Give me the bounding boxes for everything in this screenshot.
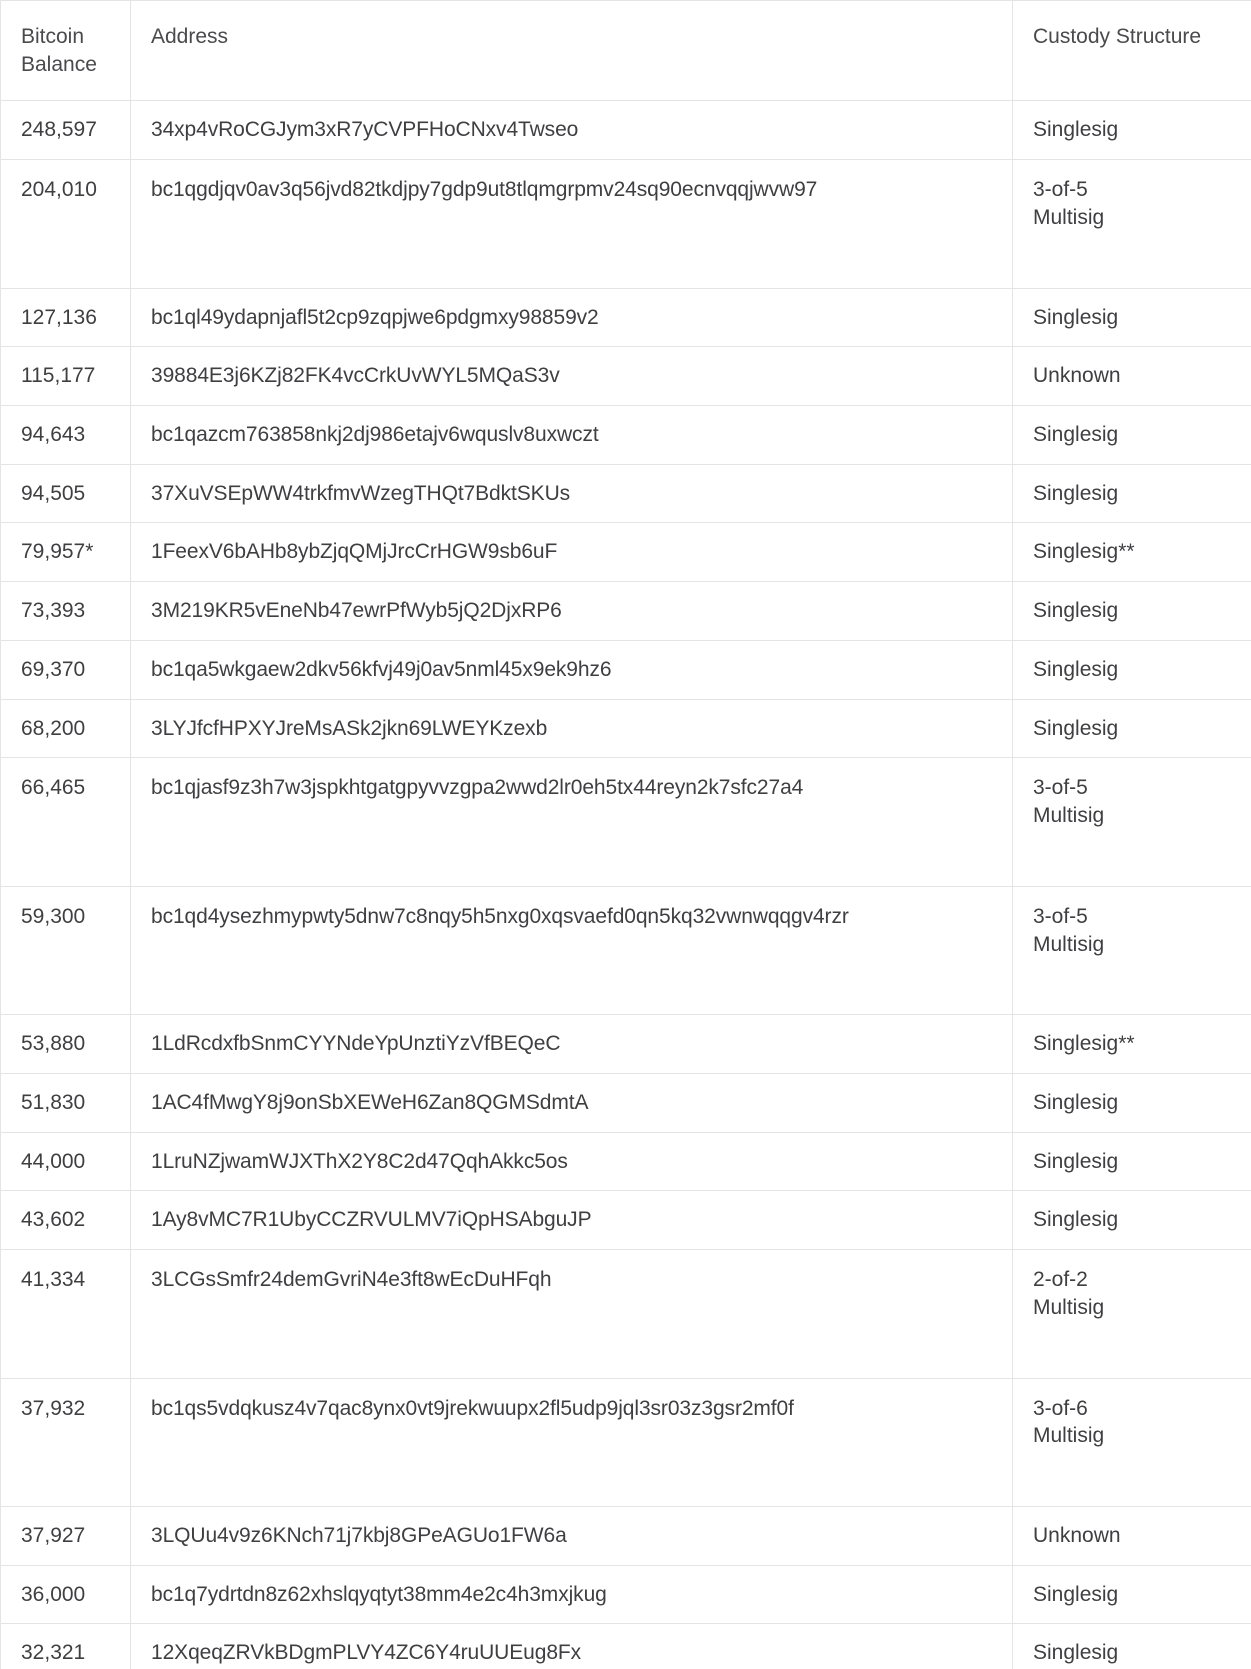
bitcoin-balances-table: Bitcoin Balance Address Custody Structur… (0, 0, 1251, 1669)
cell-address: bc1qgdjqv0av3q56jvd82tkdjpy7gdp9ut8tlqmg… (130, 159, 1013, 289)
table-row: 127,136 bc1ql49ydapnjafl5t2cp9zqpjwe6pdgm… (0, 287, 1251, 348)
table-row: 73,393 3M219KR5vEneNb47ewrPfWyb5jQ2DjxRP6… (0, 581, 1251, 641)
cell-address: bc1q7ydrtdn8z62xhslqyqtyt38mm4e2c4h3mxjk… (130, 1564, 1013, 1625)
cell-custody-structure: Singlesig (1012, 1623, 1251, 1669)
cell-bitcoin-balance: 37,927 (0, 1505, 131, 1566)
cell-custody-structure: Unknown (1012, 346, 1251, 407)
cell-bitcoin-balance: 115,177 (0, 346, 131, 407)
table-row: 79,957* 1FeexV6bAHb8ybZjqQMjJrcCrHGW9sb6u… (0, 522, 1251, 583)
cell-custody-structure: 2-of-2 Multisig (1012, 1249, 1251, 1379)
cell-address: 1FeexV6bAHb8ybZjqQMjJrcCrHGW9sb6uF (130, 522, 1013, 583)
cell-custody-structure: Singlesig (1012, 1072, 1251, 1133)
cell-custody-structure: Singlesig (1012, 287, 1251, 348)
cell-address: 1AC4fMwgY8j9onSbXEWeH6Zan8QGMSdmtA (130, 1072, 1013, 1133)
cell-custody-structure: Singlesig (1012, 1131, 1251, 1192)
table-header: Bitcoin Balance Address Custody Structur… (0, 0, 1251, 102)
cell-address: bc1qd4ysezhmypwty5dnw7c8nqy5h5nxg0xqsvae… (130, 885, 1013, 1016)
cell-bitcoin-balance: 43,602 (0, 1190, 131, 1251)
table-row: 41,334 3LCGsSmfr24demGvriN4e3ft8wEcDuHFqh… (0, 1249, 1251, 1379)
cell-bitcoin-balance: 32,321 (0, 1623, 131, 1669)
cell-address: 34xp4vRoCGJym3xR7yCVPFHoCNxv4Twseo (130, 100, 1013, 161)
column-header-custody-structure: Custody Structure (1012, 0, 1251, 102)
cell-bitcoin-balance: 248,597 (0, 100, 131, 161)
cell-custody-structure: 3-of-6 Multisig (1012, 1377, 1251, 1507)
table-row: 53,880 1LdRcdxfbSnmCYYNdeYpUnztiYzVfBEQeC… (0, 1014, 1251, 1074)
cell-address: bc1ql49ydapnjafl5t2cp9zqpjwe6pdgmxy98859… (130, 287, 1013, 348)
bitcoin-balances-table-container: Bitcoin Balance Address Custody Structur… (0, 0, 1251, 1669)
cell-custody-structure: Singlesig** (1012, 522, 1251, 583)
cell-bitcoin-balance: 204,010 (0, 159, 131, 289)
cell-bitcoin-balance: 127,136 (0, 287, 131, 348)
table-row: 94,643 bc1qazcm763858nkj2dj986etajv6wqusl… (0, 405, 1251, 465)
cell-bitcoin-balance: 36,000 (0, 1564, 131, 1625)
cell-address: bc1qjasf9z3h7w3jspkhtgatgpyvvzgpa2wwd2lr… (130, 757, 1013, 887)
table-row: 51,830 1AC4fMwgY8j9onSbXEWeH6Zan8QGMSdmtA… (0, 1072, 1251, 1133)
table-row: 32,321 12XqeqZRVkBDgmPLVY4ZC6Y4ruUUEug8Fx… (0, 1623, 1251, 1669)
cell-bitcoin-balance: 44,000 (0, 1131, 131, 1192)
table-row: 66,465 bc1qjasf9z3h7w3jspkhtgatgpyvvzgpa2… (0, 757, 1251, 887)
table-row: 94,505 37XuVSEpWW4trkfmvWzegTHQt7BdktSKUs… (0, 463, 1251, 524)
table-row: 37,932 bc1qs5vdqkusz4v7qac8ynx0vt9jrekwuu… (0, 1377, 1251, 1507)
column-header-address: Address (130, 0, 1013, 102)
cell-address: 3LYJfcfHPXYJreMsASk2jkn69LWEYKzexb (130, 698, 1013, 759)
cell-custody-structure: Singlesig (1012, 1564, 1251, 1625)
cell-custody-structure: 3-of-5 Multisig (1012, 757, 1251, 887)
table-row: 59,300 bc1qd4ysezhmypwty5dnw7c8nqy5h5nxg0… (0, 885, 1251, 1016)
cell-bitcoin-balance: 59,300 (0, 885, 131, 1016)
cell-custody-structure: Unknown (1012, 1505, 1251, 1566)
table-row: 68,200 3LYJfcfHPXYJreMsASk2jkn69LWEYKzexb… (0, 698, 1251, 759)
cell-address: 3M219KR5vEneNb47ewrPfWyb5jQ2DjxRP6 (130, 581, 1013, 641)
cell-custody-structure: 3-of-5 Multisig (1012, 159, 1251, 289)
column-header-bitcoin-balance: Bitcoin Balance (0, 0, 131, 102)
table-row: 248,597 34xp4vRoCGJym3xR7yCVPFHoCNxv4Twse… (0, 100, 1251, 161)
cell-bitcoin-balance: 66,465 (0, 757, 131, 887)
cell-bitcoin-balance: 51,830 (0, 1072, 131, 1133)
cell-bitcoin-balance: 68,200 (0, 698, 131, 759)
cell-address: 37XuVSEpWW4trkfmvWzegTHQt7BdktSKUs (130, 463, 1013, 524)
cell-custody-structure: Singlesig (1012, 1190, 1251, 1251)
cell-address: 1LdRcdxfbSnmCYYNdeYpUnztiYzVfBEQeC (130, 1014, 1013, 1074)
table-header-row: Bitcoin Balance Address Custody Structur… (0, 0, 1251, 102)
cell-custody-structure: Singlesig** (1012, 1014, 1251, 1074)
table-row: 44,000 1LruNZjwamWJXThX2Y8C2d47QqhAkkc5os… (0, 1131, 1251, 1192)
cell-address: bc1qa5wkgaew2dkv56kfvj49j0av5nml45x9ek9h… (130, 639, 1013, 700)
cell-custody-structure: Singlesig (1012, 100, 1251, 161)
table-row: 204,010 bc1qgdjqv0av3q56jvd82tkdjpy7gdp9u… (0, 159, 1251, 289)
cell-bitcoin-balance: 41,334 (0, 1249, 131, 1379)
cell-custody-structure: 3-of-5 Multisig (1012, 885, 1251, 1016)
table-row: 37,927 3LQUu4v9z6KNch71j7kbj8GPeAGUo1FW6a… (0, 1505, 1251, 1566)
cell-bitcoin-balance: 53,880 (0, 1014, 131, 1074)
cell-address: 3LCGsSmfr24demGvriN4e3ft8wEcDuHFqh (130, 1249, 1013, 1379)
cell-bitcoin-balance: 94,643 (0, 405, 131, 465)
cell-custody-structure: Singlesig (1012, 463, 1251, 524)
cell-bitcoin-balance: 73,393 (0, 581, 131, 641)
table-body: 248,597 34xp4vRoCGJym3xR7yCVPFHoCNxv4Twse… (0, 100, 1251, 1669)
cell-address: bc1qs5vdqkusz4v7qac8ynx0vt9jrekwuupx2fl5… (130, 1377, 1013, 1507)
table-row: 69,370 bc1qa5wkgaew2dkv56kfvj49j0av5nml45… (0, 639, 1251, 700)
cell-custody-structure: Singlesig (1012, 405, 1251, 465)
cell-address: 3LQUu4v9z6KNch71j7kbj8GPeAGUo1FW6a (130, 1505, 1013, 1566)
table-row: 36,000 bc1q7ydrtdn8z62xhslqyqtyt38mm4e2c4… (0, 1564, 1251, 1625)
cell-address: 1Ay8vMC7R1UbyCCZRVULMV7iQpHSAbguJP (130, 1190, 1013, 1251)
cell-address: 39884E3j6KZj82FK4vcCrkUvWYL5MQaS3v (130, 346, 1013, 407)
cell-custody-structure: Singlesig (1012, 639, 1251, 700)
cell-address: 1LruNZjwamWJXThX2Y8C2d47QqhAkkc5os (130, 1131, 1013, 1192)
cell-custody-structure: Singlesig (1012, 581, 1251, 641)
cell-address: bc1qazcm763858nkj2dj986etajv6wquslv8uxwc… (130, 405, 1013, 465)
cell-address: 12XqeqZRVkBDgmPLVY4ZC6Y4ruUUEug8Fx (130, 1623, 1013, 1669)
table-row: 115,177 39884E3j6KZj82FK4vcCrkUvWYL5MQaS3… (0, 346, 1251, 407)
cell-bitcoin-balance: 79,957* (0, 522, 131, 583)
cell-bitcoin-balance: 69,370 (0, 639, 131, 700)
table-row: 43,602 1Ay8vMC7R1UbyCCZRVULMV7iQpHSAbguJP… (0, 1190, 1251, 1251)
cell-bitcoin-balance: 94,505 (0, 463, 131, 524)
cell-custody-structure: Singlesig (1012, 698, 1251, 759)
cell-bitcoin-balance: 37,932 (0, 1377, 131, 1507)
